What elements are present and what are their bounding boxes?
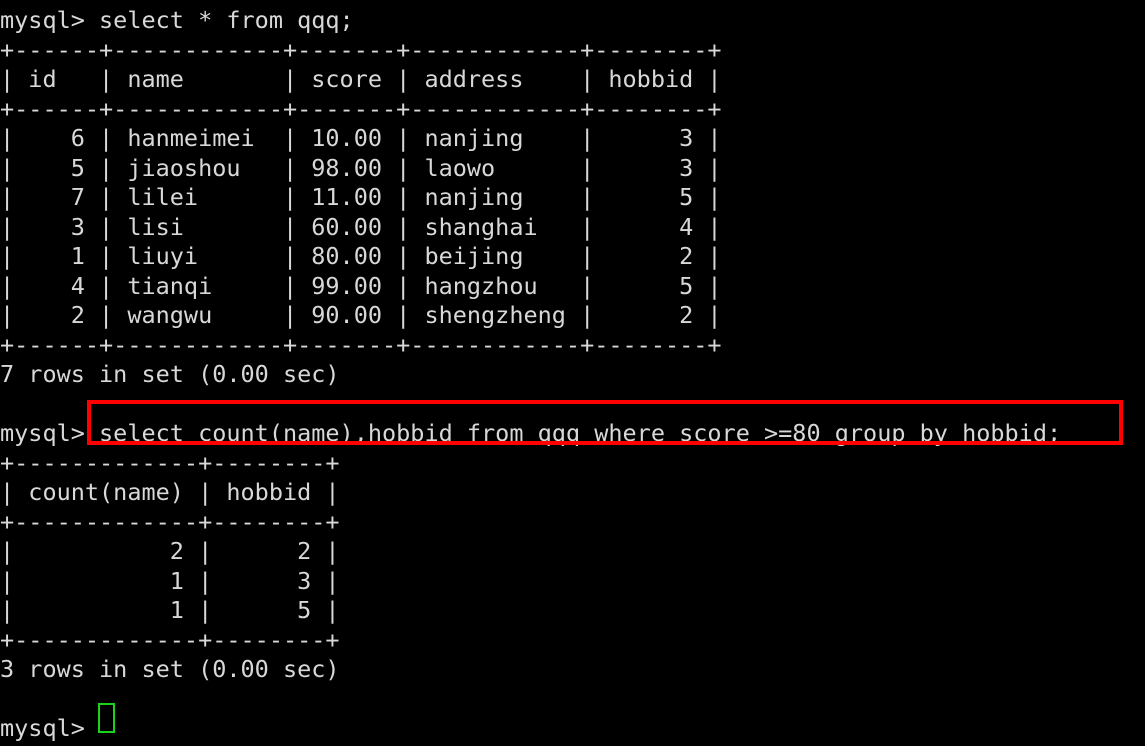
terminal-line: | id | name | score | address | hobbid |: [0, 65, 722, 93]
terminal-window[interactable]: mysql> select * from qqq; +------+------…: [0, 0, 1145, 746]
terminal-line: +------+------------+-------+-----------…: [0, 330, 722, 359]
terminal-line: | 5 | jiaoshou | 98.00 | laowo | 3 |: [0, 153, 722, 182]
terminal-line: | 1 | liuyi | 80.00 | beijing | 2 |: [0, 242, 722, 270]
terminal-line: +------+------------+-------+-----------…: [0, 35, 722, 64]
terminal-line: +-------------+--------+: [0, 625, 340, 654]
terminal-line: | 1 | 5 |: [0, 596, 340, 624]
terminal-line: | 6 | hanmeimei | 10.00 | nanjing | 3 |: [0, 124, 722, 152]
terminal-prompt-line: mysql>: [0, 714, 100, 742]
terminal-line: | 2 | 2 |: [0, 537, 340, 565]
terminal-line: | 7 | lilei | 11.00 | nanjing | 5 |: [0, 183, 722, 211]
terminal-line: | count(name) | hobbid |: [0, 478, 340, 506]
terminal-line: +-------------+--------+: [0, 448, 340, 477]
terminal-line: | 3 | lisi | 60.00 | shanghai | 4 |: [0, 212, 722, 241]
terminal-output: mysql> select * from qqq; +------+------…: [0, 6, 1061, 744]
terminal-line: mysql> select * from qqq;: [0, 6, 354, 34]
terminal-line: 7 rows in set (0.00 sec): [0, 360, 340, 388]
terminal-line-highlighted-command: mysql> select count(name),hobbid from qq…: [0, 419, 1062, 447]
terminal-line: 3 rows in set (0.00 sec): [0, 655, 340, 683]
terminal-line: | 4 | tianqi | 99.00 | hangzhou | 5 |: [0, 271, 722, 300]
text-cursor: [98, 703, 115, 733]
terminal-line: +------+------------+-------+-----------…: [0, 94, 722, 123]
terminal-line: | 2 | wangwu | 90.00 | shengzheng | 2 |: [0, 301, 722, 329]
terminal-line: | 1 | 3 |: [0, 566, 340, 595]
terminal-line: +-------------+--------+: [0, 507, 340, 536]
